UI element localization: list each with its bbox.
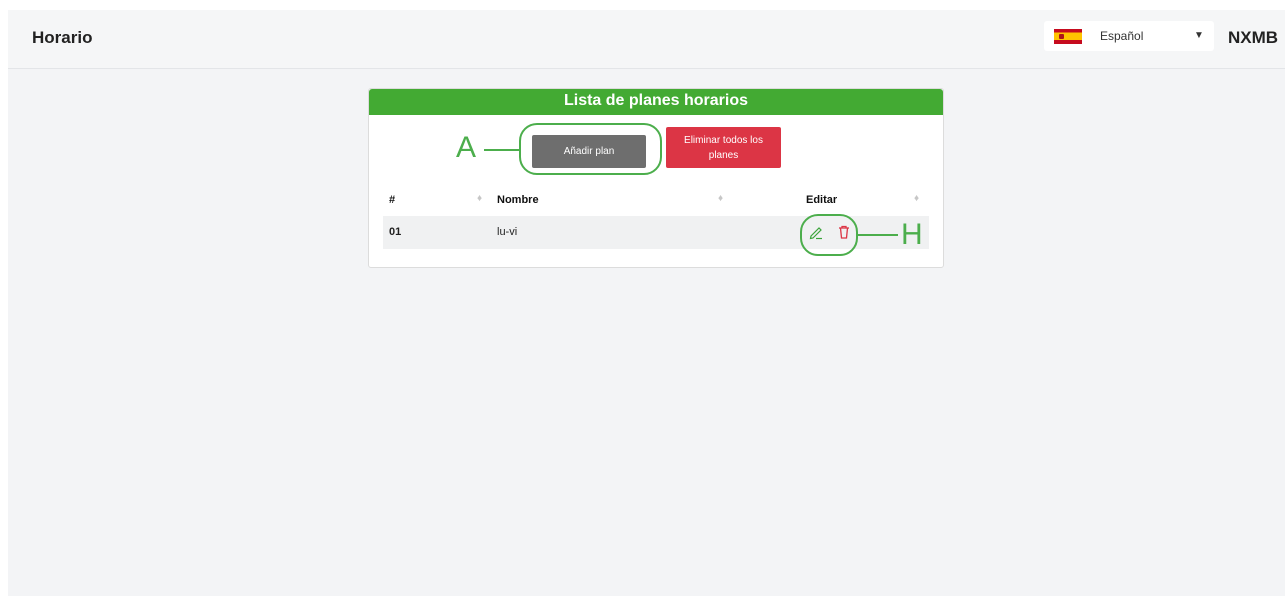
delete-all-plans-button[interactable]: Eliminar todos los planes — [666, 127, 781, 168]
row-number: 01 — [389, 226, 402, 238]
user-name[interactable]: NXMB — [1228, 28, 1278, 48]
sort-icon[interactable]: ♦ — [477, 193, 482, 204]
sort-icon[interactable]: ♦ — [718, 193, 723, 204]
annotation-circle-h — [800, 214, 858, 256]
card-title: Lista de planes horarios — [563, 92, 749, 109]
language-label: Español — [1100, 29, 1144, 43]
annotation-label-h: H — [901, 218, 923, 251]
column-header-edit[interactable]: Editar — [806, 194, 837, 206]
sort-icon[interactable]: ♦ — [914, 193, 919, 204]
page-title: Horario — [32, 28, 93, 47]
annotation-line-a — [484, 149, 519, 151]
annotation-label-a: A — [456, 131, 477, 164]
annotation-circle-a — [519, 123, 662, 175]
app-window: Horario Español ▼ NXMB Lista de planes h… — [8, 10, 1285, 596]
language-select[interactable]: Español ▼ — [1044, 21, 1214, 51]
card-header: Lista de planes horarios — [369, 89, 943, 115]
column-header-number[interactable]: # — [389, 194, 395, 206]
top-bar: Horario Español ▼ NXMB — [8, 10, 1285, 69]
spain-flag-icon — [1054, 29, 1082, 44]
caret-down-icon: ▼ — [1194, 30, 1204, 41]
column-header-name[interactable]: Nombre — [497, 194, 539, 206]
annotation-line-h — [858, 234, 898, 236]
row-name: lu-vi — [497, 226, 518, 238]
